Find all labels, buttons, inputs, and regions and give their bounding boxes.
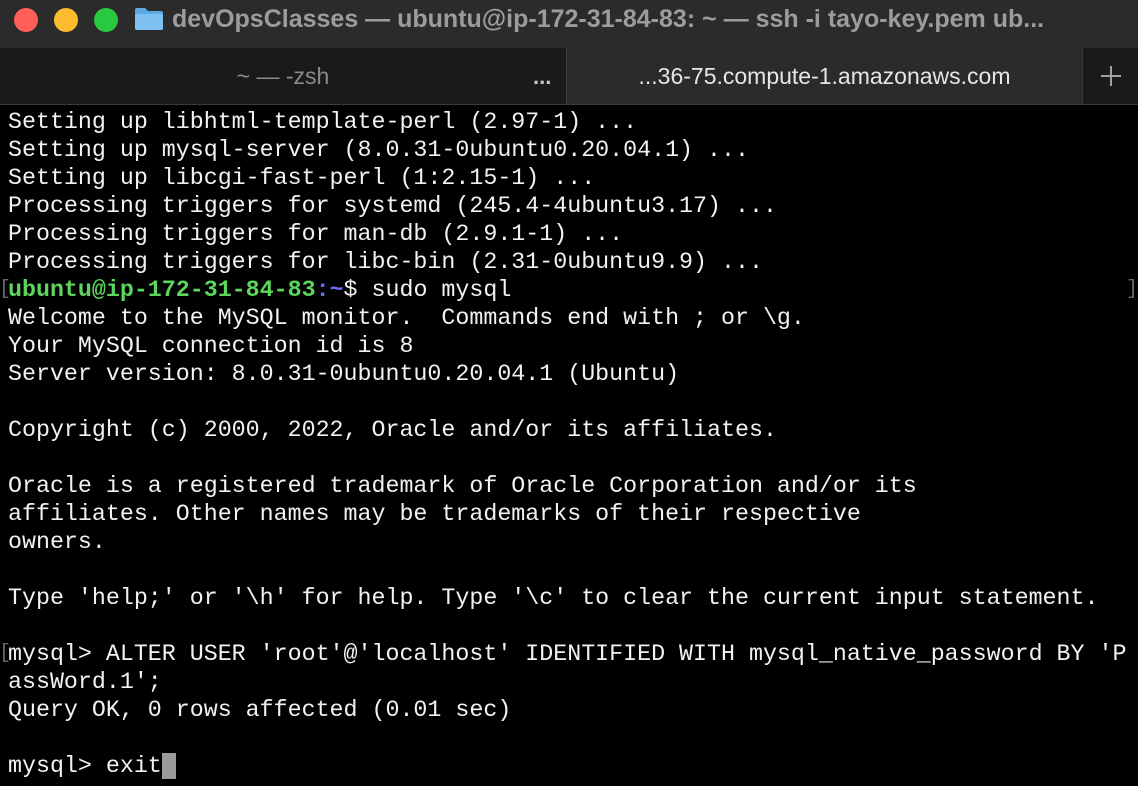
- output-line: owners.: [8, 529, 106, 555]
- maximize-button[interactable]: [94, 8, 118, 32]
- plus-icon: [1101, 66, 1121, 86]
- prompt-path: :~: [315, 277, 344, 303]
- output-line: Processing triggers for libc-bin (2.31-0…: [8, 249, 763, 275]
- output-line: Type 'help;' or '\h' for help. Type '\c'…: [8, 585, 1099, 611]
- output-line: affiliates. Other names may be trademark…: [8, 501, 861, 527]
- line-mark-right: ]: [1126, 278, 1138, 301]
- window-title: devOpsClasses — ubuntu@ip-172-31-84-83: …: [172, 5, 1045, 33]
- output-line: Processing triggers for systemd (245.4-4…: [8, 193, 777, 219]
- query-result: Query OK, 0 rows affected (0.01 sec): [8, 697, 512, 723]
- output-line: Your MySQL connection id is 8: [8, 333, 414, 359]
- tab-bar: ~ — -zsh ... ...36-75.compute-1.amazonaw…: [0, 48, 1138, 105]
- terminal-window: devOpsClasses — ubuntu@ip-172-31-84-83: …: [0, 0, 1138, 786]
- text-cursor: [161, 753, 176, 779]
- tab-zsh[interactable]: ~ — -zsh: [0, 48, 567, 104]
- mysql-prompt-line[interactable]: mysql> exit: [8, 752, 176, 780]
- mysql-command-line: assWord.1';: [8, 669, 162, 695]
- tab-ssh-session[interactable]: ...36-75.compute-1.amazonaws.com: [567, 48, 1082, 104]
- minimize-button[interactable]: [54, 8, 78, 32]
- title-bar[interactable]: devOpsClasses — ubuntu@ip-172-31-84-83: …: [0, 0, 1138, 48]
- folder-icon: [135, 8, 163, 30]
- output-line: Welcome to the MySQL monitor. Commands e…: [8, 305, 805, 331]
- output-line: Processing triggers for man-db (2.9.1-1)…: [8, 221, 624, 247]
- new-tab-button[interactable]: [1082, 48, 1138, 104]
- prompt-symbol: $: [343, 277, 372, 303]
- prompt-command: sudo mysql: [371, 277, 512, 303]
- output-line: Copyright (c) 2000, 2022, Oracle and/or …: [8, 417, 777, 443]
- output-line: Oracle is a registered trademark of Orac…: [8, 473, 917, 499]
- close-button[interactable]: [14, 8, 38, 32]
- terminal-output[interactable]: Setting up libhtml-template-perl (2.97-1…: [0, 105, 1138, 786]
- mysql-command-line: mysql> ALTER USER 'root'@'localhost' IDE…: [8, 641, 1127, 667]
- shell-prompt-line: ubuntu@ip-172-31-84-83:~$ sudo mysql: [8, 276, 511, 304]
- output-line: Setting up mysql-server (8.0.31-0ubuntu0…: [8, 137, 749, 163]
- output-line: Setting up libhtml-template-perl (2.97-1…: [8, 109, 638, 135]
- tab-overflow-indicator: ...: [533, 64, 552, 89]
- prompt-user-host: ubuntu@ip-172-31-84-83: [8, 277, 316, 303]
- mysql-prompt: mysql> exit: [8, 753, 162, 779]
- output-line: Setting up libcgi-fast-perl (1:2.15-1) .…: [8, 165, 596, 191]
- output-line: Server version: 8.0.31-0ubuntu0.20.04.1 …: [8, 361, 680, 387]
